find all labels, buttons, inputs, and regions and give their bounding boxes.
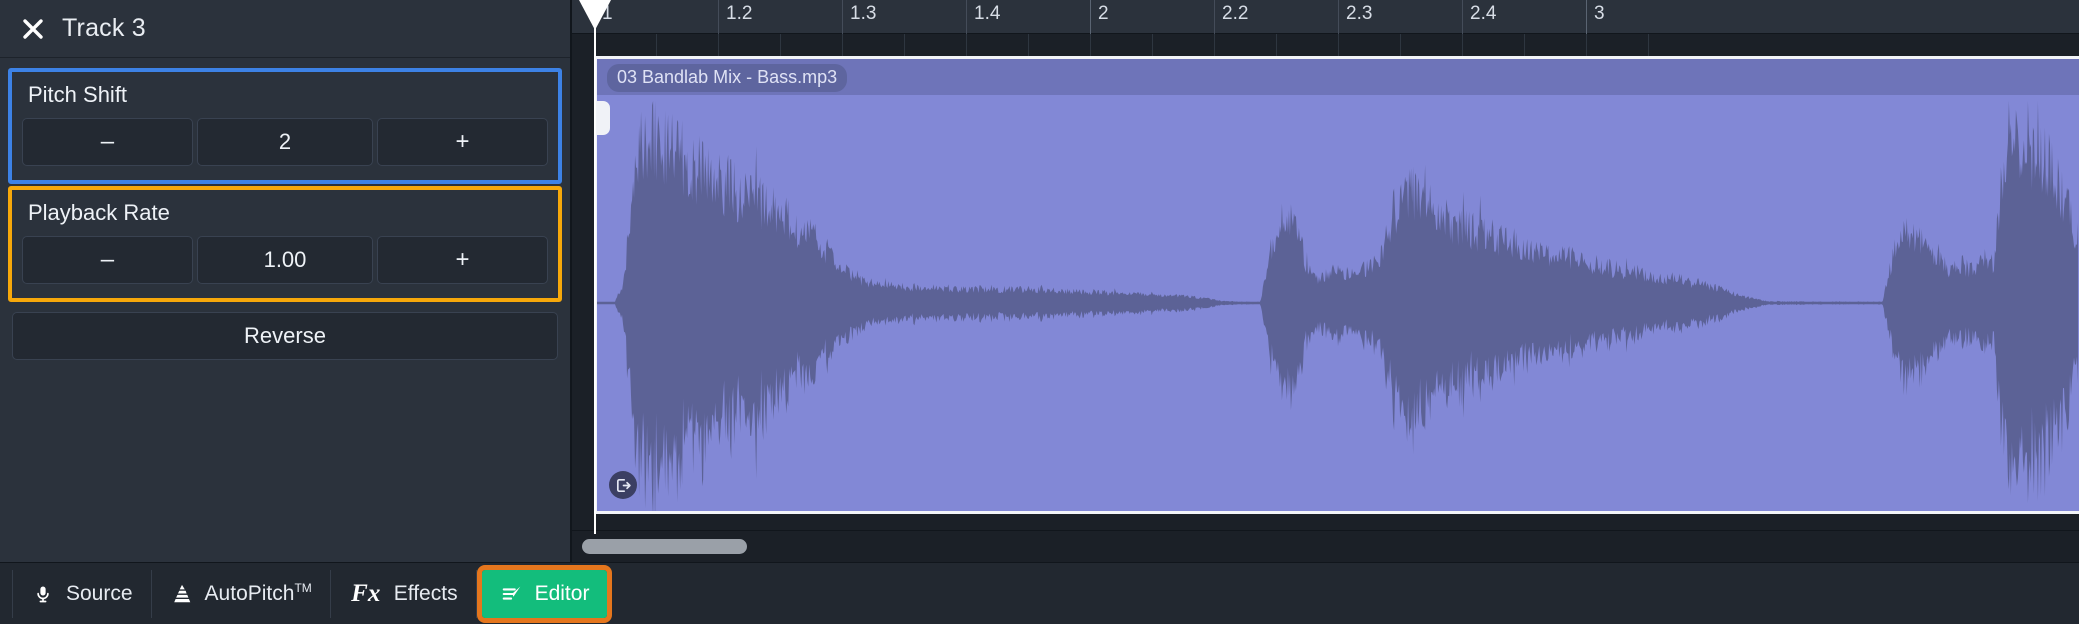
ruler-tick-label: 2.4: [1470, 3, 1497, 24]
pitch-shift-group: Pitch Shift – 2 +: [8, 68, 562, 184]
track-lane: 03 Bandlab Mix - Bass.mp3: [572, 34, 2079, 530]
lane-gridline: [1028, 34, 1029, 58]
ruler-tick: 1.3: [842, 0, 876, 34]
editor-top-region: Track 3 Pitch Shift – 2 + Playback Rate: [0, 0, 2079, 562]
editor-pen-icon: [500, 583, 524, 605]
lane-gridline: [1648, 34, 1649, 58]
pitch-shift-stepper: – 2 +: [22, 118, 548, 166]
ruler-tick-label: 2.3: [1346, 3, 1373, 24]
pitch-shift-value[interactable]: 2: [196, 118, 374, 166]
horizontal-scrollbar[interactable]: [572, 530, 2079, 562]
lane-gridline: [1214, 34, 1215, 58]
pitch-shift-decrement-button[interactable]: –: [22, 118, 193, 166]
clip-name-label: 03 Bandlab Mix - Bass.mp3: [607, 64, 848, 92]
tab-editor-label: Editor: [534, 581, 590, 605]
layers-cone-icon: [170, 582, 194, 606]
audio-editor-window: Track 3 Pitch Shift – 2 + Playback Rate: [0, 0, 2079, 624]
timeline-area: 1 1.2 1.3 1.4 2 2.2 2.3 2.4 3 03 Bandlab Mix - B…: [572, 0, 2079, 562]
ruler-tick-label: 1.4: [974, 3, 1001, 24]
lane-gridline: [780, 34, 781, 58]
panel-header: Track 3: [0, 0, 570, 58]
lane-gridline: [966, 34, 967, 58]
ruler-tick: 2.3: [1338, 0, 1372, 34]
tab-editor[interactable]: Editor: [476, 564, 613, 623]
tab-effects-label: Effects: [393, 581, 458, 605]
waveform-svg: [597, 101, 2078, 511]
playback-rate-stepper: – 1.00 +: [22, 236, 548, 284]
tab-source[interactable]: Source: [12, 569, 152, 618]
playback-rate-increment-button[interactable]: +: [377, 236, 548, 284]
ruler-tick: 2.2: [1214, 0, 1248, 34]
playback-rate-label: Playback Rate: [28, 200, 170, 225]
pitch-shift-increment-button[interactable]: +: [377, 118, 548, 166]
playhead-handle[interactable]: [579, 0, 611, 30]
clip-header: 03 Bandlab Mix - Bass.mp3: [597, 59, 2079, 95]
panel-body: Pitch Shift – 2 + Playback Rate – 1.00 +: [0, 58, 570, 562]
timeline-ruler[interactable]: 1 1.2 1.3 1.4 2 2.2 2.3 2.4 3: [572, 0, 2079, 34]
lane-gridline: [904, 34, 905, 58]
ruler-tick-label: 2.2: [1222, 3, 1249, 24]
lane-gridline: [1400, 34, 1401, 58]
ruler-tick-label: 1.2: [726, 3, 753, 24]
lane-gridline: [718, 34, 719, 58]
export-arrow-icon[interactable]: [609, 471, 637, 499]
horizontal-scrollbar-thumb[interactable]: [582, 539, 747, 554]
playback-rate-group: Playback Rate – 1.00 +: [8, 186, 562, 302]
bottom-tab-bar: Source AutoPitchTM Fx Effects Editor: [0, 562, 2079, 624]
audio-clip[interactable]: 03 Bandlab Mix - Bass.mp3: [594, 56, 2079, 514]
ruler-tick: 2: [1090, 0, 1109, 34]
tab-autopitch[interactable]: AutoPitchTM: [152, 569, 331, 618]
playhead[interactable]: [579, 0, 611, 534]
reverse-button[interactable]: Reverse: [12, 312, 558, 360]
lane-gridline: [1276, 34, 1277, 58]
playback-rate-value[interactable]: 1.00: [196, 236, 374, 284]
ruler-tick: 1.4: [966, 0, 1000, 34]
lane-gridline: [1152, 34, 1153, 58]
lane-gridline: [842, 34, 843, 58]
lane-gridline: [1462, 34, 1463, 58]
ruler-tick: 2.4: [1462, 0, 1496, 34]
track-editor-panel: Track 3 Pitch Shift – 2 + Playback Rate: [0, 0, 572, 562]
pitch-shift-label: Pitch Shift: [28, 82, 128, 107]
lane-gridline: [656, 34, 657, 58]
fx-icon: Fx: [351, 579, 381, 607]
lane-gridline: [1586, 34, 1587, 58]
page-title: Track 3: [62, 14, 146, 42]
lane-gridline: [1524, 34, 1525, 58]
playback-rate-decrement-button[interactable]: –: [22, 236, 193, 284]
waveform: [597, 95, 2079, 511]
ruler-tick-label: 3: [1594, 3, 1605, 24]
ruler-tick: 1.2: [718, 0, 752, 34]
tab-autopitch-label: AutoPitchTM: [204, 581, 312, 605]
tab-source-label: Source: [66, 581, 133, 605]
trademark-symbol: TM: [294, 581, 312, 595]
close-icon[interactable]: [20, 16, 46, 42]
ruler-tick-label: 2: [1098, 3, 1109, 24]
microphone-icon: [31, 582, 55, 606]
lane-gridline: [1338, 34, 1339, 58]
tab-effects[interactable]: Fx Effects: [331, 569, 477, 618]
ruler-tick-label: 1.3: [850, 3, 877, 24]
lane-gridline: [1090, 34, 1091, 58]
ruler-tick: 3: [1586, 0, 1605, 34]
